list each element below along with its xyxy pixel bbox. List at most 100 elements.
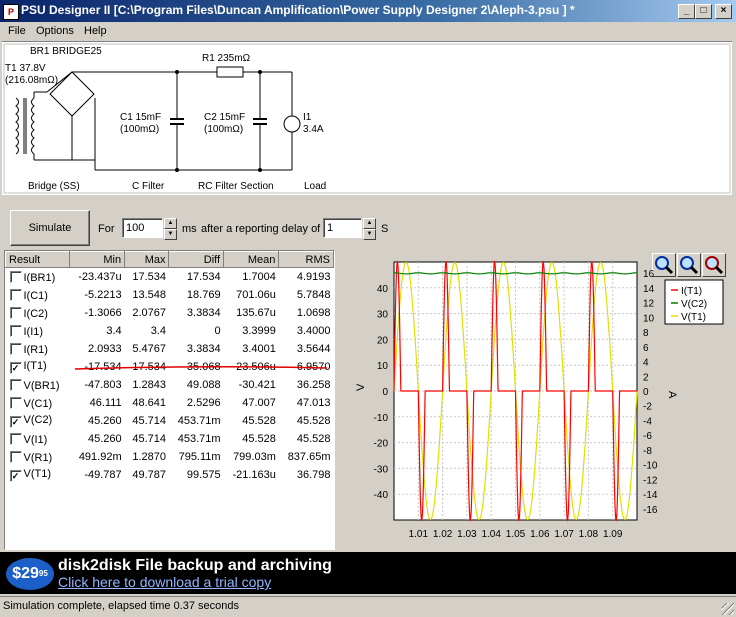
cell-mean: 1.7004 — [242, 271, 276, 283]
spin-up-icon[interactable]: ▲ — [363, 218, 376, 229]
table-row[interactable]: I(I1) 3.4 3.4 0 3.3999 3.4000 — [6, 322, 334, 340]
cell-mean: 45.528 — [242, 433, 276, 445]
i1-label: I1 — [303, 112, 312, 123]
result-checkbox[interactable] — [9, 342, 22, 355]
table-row[interactable]: V(C1) 46.111 48.641 2.5296 47.007 47.013 — [6, 394, 334, 412]
spin-up-icon[interactable]: ▲ — [164, 218, 177, 229]
spin-down-icon[interactable]: ▼ — [164, 229, 177, 240]
result-checkbox[interactable] — [9, 450, 22, 463]
section-rc-filter: RC Filter Section — [198, 181, 274, 192]
y2-axis-label: A — [666, 391, 678, 399]
delay-input[interactable]: 1 — [323, 218, 362, 238]
x-tick-label: 1.02 — [433, 529, 453, 540]
cell-mean: 701.06u — [236, 289, 276, 301]
x-tick-label: 1.07 — [554, 529, 574, 540]
result-checkbox[interactable] — [9, 432, 22, 445]
cell-min: -1.3066 — [84, 307, 122, 319]
y2-tick-label: 4 — [643, 358, 649, 369]
column-header-result[interactable]: Result — [5, 251, 70, 268]
result-checkbox[interactable] — [9, 306, 22, 319]
cell-rms: 4.9193 — [296, 271, 331, 283]
cell-diff: 453.71m — [177, 415, 221, 427]
y-tick-label: -10 — [374, 413, 389, 424]
menu-options[interactable]: Options — [36, 25, 74, 37]
minimize-button[interactable]: _ — [678, 4, 695, 19]
cell-max: 2.0767 — [132, 307, 166, 319]
table-row[interactable]: V(I1) 45.260 45.714 453.71m 45.528 45.528 — [6, 430, 334, 448]
y-tick-label: 40 — [377, 284, 389, 295]
duration-spinner[interactable]: ▲ ▼ — [164, 218, 177, 240]
section-load: Load — [304, 181, 327, 192]
cell-min: 491.92m — [78, 451, 122, 463]
window-title: PSU Designer II [C:\Program Files\Duncan… — [21, 3, 575, 17]
result-name: I(I1) — [23, 325, 44, 338]
y-tick-label: 30 — [377, 310, 389, 321]
column-header-diff[interactable]: Diff — [168, 251, 225, 268]
table-row[interactable]: V(BR1) -47.803 1.2843 49.088 -30.421 36.258 — [6, 376, 334, 394]
c2-label: C2 15mF — [204, 112, 246, 123]
ad-banner[interactable]: $2995 disk2disk File backup and archivin… — [0, 552, 736, 594]
maximize-button[interactable]: □ — [695, 4, 712, 19]
cell-diff: 3.3834 — [186, 343, 221, 355]
waveform-chart-panel: 40 30 20 10 0 -10 -20 -30 -40 16 14 12 10 8 6 4 2 0 -2 -4 -6… — [340, 250, 732, 548]
column-header-rms[interactable]: RMS — [278, 251, 334, 268]
result-checkbox[interactable] — [9, 324, 22, 337]
spin-down-icon[interactable]: ▼ — [363, 229, 376, 240]
y-axis-label: V — [355, 383, 367, 391]
cell-max: 1.2870 — [132, 451, 166, 463]
close-button[interactable]: × — [715, 4, 732, 19]
resize-grip-icon[interactable] — [722, 603, 734, 615]
column-header-max[interactable]: Max — [124, 251, 170, 268]
table-row[interactable]: I(C1) -5.2213 13.548 18.769 701.06u 5.7848 — [6, 286, 334, 304]
y-tick-label: 20 — [377, 335, 389, 346]
ad-download-link[interactable]: Click here to download a trial copy — [58, 574, 271, 590]
waveform-chart[interactable]: 403020100-10-20-30-401614121086420-2-4-6… — [340, 250, 732, 548]
cell-min: -49.787 — [84, 469, 122, 481]
table-row[interactable]: I(R1) 2.0933 5.4767 3.3834 3.4001 3.5644 — [6, 340, 334, 358]
menu-file[interactable]: File — [8, 25, 26, 37]
result-checkbox[interactable] — [9, 396, 22, 409]
legend-entry: I(T1) — [681, 286, 702, 297]
x-tick-label: 1.03 — [457, 529, 477, 540]
cell-min: 45.260 — [87, 415, 122, 427]
result-name: I(BR1) — [23, 271, 56, 284]
result-checkbox[interactable]: ✓ — [9, 470, 22, 482]
i1-value: 3.4A — [303, 124, 324, 135]
menu-help[interactable]: Help — [84, 25, 107, 37]
result-checkbox[interactable] — [9, 378, 22, 391]
cell-diff: 3.3834 — [186, 307, 221, 319]
cell-diff: 18.769 — [186, 289, 221, 301]
y2-tick-label: 10 — [643, 313, 655, 324]
status-text: Simulation complete, elapsed time 0.37 s… — [3, 600, 240, 612]
r1-resistor — [216, 66, 244, 78]
cell-diff: 49.088 — [186, 379, 221, 391]
legend-entry: V(C2) — [681, 299, 707, 310]
status-bar: Simulation complete, elapsed time 0.37 s… — [0, 596, 736, 617]
cell-mean: 3.4001 — [242, 343, 276, 355]
cell-diff: 795.11m — [178, 451, 221, 463]
result-name: I(R1) — [23, 343, 48, 356]
simulate-button[interactable]: Simulate — [10, 210, 90, 246]
table-row[interactable]: I(BR1) -23.437u 17.534 17.534 1.7004 4.9193 — [6, 268, 334, 287]
section-c-filter: C Filter — [132, 181, 165, 192]
result-checkbox[interactable]: ✓ — [9, 416, 22, 428]
column-header-mean[interactable]: Mean — [223, 251, 280, 268]
y2-tick-label: -4 — [643, 416, 652, 427]
column-header-min[interactable]: Min — [68, 251, 126, 268]
table-row[interactable]: V(R1) 491.92m 1.2870 795.11m 799.03m 837.65m — [6, 448, 334, 466]
delay-spinner[interactable]: ▲ ▼ — [363, 218, 376, 240]
y2-tick-label: 8 — [643, 328, 649, 339]
duration-input[interactable]: 100 — [122, 218, 163, 238]
table-row[interactable]: ✓ V(C2) 45.260 45.714 453.71m 45.528 45.528 — [6, 412, 334, 430]
result-checkbox[interactable] — [9, 288, 22, 301]
schematic-canvas[interactable]: BR1 BRIDGE25 T1 37.8V (216.08mΩ) C1 15mF… — [2, 41, 732, 195]
result-checkbox[interactable] — [9, 270, 22, 283]
table-row[interactable]: I(C2) -1.3066 2.0767 3.3834 135.67u 1.0698 — [6, 304, 334, 322]
table-row[interactable]: ✓ V(T1) -49.787 49.787 99.575 -21.163u 36.798 — [6, 466, 334, 484]
cell-diff: 99.575 — [186, 469, 221, 481]
result-name: V(C1) — [23, 397, 53, 410]
y2-tick-label: 16 — [643, 269, 655, 280]
cell-max: 45.714 — [132, 415, 166, 427]
cell-max: 3.4 — [150, 325, 166, 337]
app-icon[interactable]: P — [3, 4, 19, 20]
